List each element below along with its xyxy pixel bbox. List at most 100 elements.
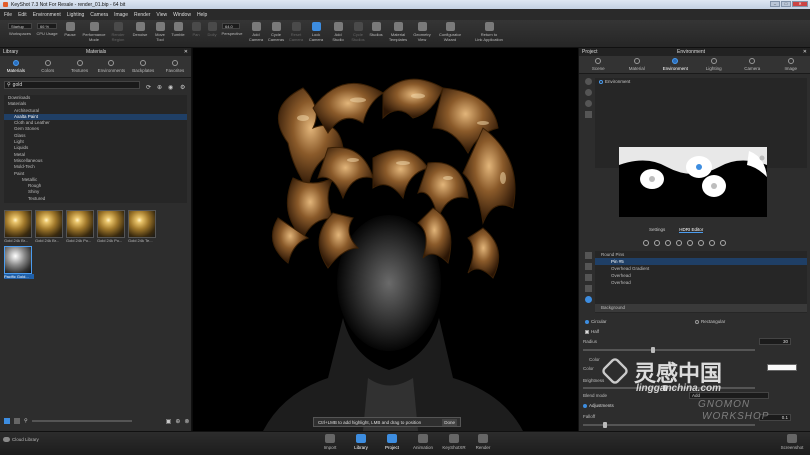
project-button[interactable]: Project	[380, 434, 404, 450]
workspace-dropdown[interactable]: Startup	[8, 23, 32, 29]
tab-scene[interactable]: Scene	[579, 56, 618, 73]
keyshotxr-button[interactable]: KeyShotXR	[442, 434, 466, 450]
configurator-wizard-button[interactable]: Configurator Wizard	[438, 22, 462, 42]
duplicate-pin-icon[interactable]	[698, 240, 704, 246]
list-view-icon[interactable]	[14, 418, 20, 424]
tab-material[interactable]: Material	[618, 56, 657, 73]
tab-environment[interactable]: Environment	[656, 56, 695, 73]
add-icon[interactable]: ⊕	[175, 418, 180, 425]
performance-mode-button[interactable]: Performance Mode	[82, 22, 106, 42]
circular-radio[interactable]: Circular	[585, 319, 607, 324]
tab-hdri-settings[interactable]: Settings	[649, 227, 665, 233]
pin-list-item[interactable]: Overhead	[595, 279, 807, 286]
add-sun-icon[interactable]	[676, 240, 682, 246]
add-environment-icon[interactable]	[585, 78, 592, 85]
target-icon[interactable]	[585, 296, 592, 303]
pin-list-item[interactable]: Overhead Gradient	[595, 265, 807, 272]
view-options-icon[interactable]: ◉	[168, 84, 173, 91]
pin-options-icon[interactable]	[720, 240, 726, 246]
tab-lighting[interactable]: Lighting	[695, 56, 734, 73]
pause-button[interactable]: Pause	[58, 22, 82, 38]
upload-icon[interactable]	[585, 285, 592, 292]
perspective-button[interactable]: Perspective	[218, 31, 246, 37]
tree-item[interactable]: Textured	[4, 196, 187, 202]
add-pin-icon[interactable]	[643, 240, 649, 246]
material-thumbnail[interactable]: Pacific Gold...	[4, 246, 34, 282]
brightness-slider-handle[interactable]	[663, 385, 667, 391]
tab-environments[interactable]: Environments	[95, 56, 127, 77]
menu-render[interactable]: Render	[134, 12, 150, 18]
menu-view[interactable]: View	[156, 12, 167, 18]
add-gradient-icon[interactable]	[654, 240, 660, 246]
tab-camera[interactable]: Camera	[733, 56, 772, 73]
menu-edit[interactable]: Edit	[18, 12, 27, 18]
studios-button[interactable]: Studios	[364, 22, 388, 38]
brightness-slider[interactable]	[583, 385, 755, 391]
tab-favorites[interactable]: Favorites	[159, 56, 191, 77]
material-thumbnail[interactable]: Gold 24k Br...	[35, 210, 65, 246]
material-thumbnail[interactable]: Gold 24k Po...	[66, 210, 96, 246]
tab-backplates[interactable]: Backplates	[127, 56, 159, 77]
return-to-link-button[interactable]: Return to Link Application	[474, 22, 504, 42]
rectangular-radio[interactable]: Rectangular	[695, 319, 725, 324]
geometry-view-button[interactable]: Geometry View	[410, 22, 434, 42]
grid-view-icon[interactable]	[4, 418, 10, 424]
material-thumbnail[interactable]: Gold 24k Br...	[4, 210, 34, 246]
add-image-icon[interactable]	[665, 240, 671, 246]
half-checkbox[interactable]: Half	[585, 329, 599, 334]
adjustments-section[interactable]: Adjustments	[583, 403, 614, 408]
animation-button[interactable]: Animation	[411, 434, 435, 450]
menu-environment[interactable]: Environment	[33, 12, 61, 18]
import-icon[interactable]: ⊕	[157, 84, 162, 91]
screenshot-button[interactable]: Screenshot	[777, 434, 807, 450]
radius-slider-handle[interactable]	[651, 347, 655, 353]
pin-list-item[interactable]: Pin #5	[595, 258, 807, 265]
tab-image[interactable]: Image	[772, 56, 810, 73]
close-icon[interactable]: ✕	[803, 49, 807, 55]
tab-materials[interactable]: Materials	[0, 56, 32, 77]
render-region-button[interactable]: Render Region	[106, 22, 130, 42]
folder-icon[interactable]: ▣	[166, 418, 172, 425]
tab-colors[interactable]: Colors	[32, 56, 64, 77]
menu-file[interactable]: File	[4, 12, 12, 18]
tab-textures[interactable]: Textures	[64, 56, 96, 77]
maximize-button[interactable]: □	[781, 1, 791, 7]
radius-field[interactable]: 30	[759, 338, 791, 345]
menu-window[interactable]: Window	[173, 12, 191, 18]
done-button[interactable]: Done	[442, 419, 457, 426]
delete-pin-icon[interactable]	[709, 240, 715, 246]
material-templates-button[interactable]: Material Templates	[386, 22, 410, 42]
cpu-usage-button[interactable]: CPU Usage	[35, 31, 59, 37]
menu-help[interactable]: Help	[197, 12, 207, 18]
hdri-preview[interactable]	[619, 147, 767, 217]
blend-mode-dropdown[interactable]: Add	[689, 392, 769, 399]
move-up-icon[interactable]	[585, 252, 592, 259]
thumbnail-size-slider[interactable]	[31, 420, 132, 422]
pin-list-item[interactable]: Overhead	[595, 272, 807, 279]
refresh-icon[interactable]: ⟳	[146, 84, 151, 91]
library-search-input[interactable]: ⚲ gold	[4, 81, 140, 89]
lock-camera-button[interactable]: Lock Camera	[304, 22, 328, 42]
color-swatch[interactable]	[767, 364, 797, 371]
falloff-slider-handle[interactable]	[603, 422, 607, 428]
add-area-icon[interactable]	[687, 240, 693, 246]
move-down-icon[interactable]	[585, 263, 592, 270]
tab-hdri-editor[interactable]: HDRI Editor	[679, 227, 704, 233]
radius-slider[interactable]	[583, 347, 755, 353]
cloud-library-button[interactable]: Cloud Library	[3, 437, 43, 442]
duplicate-environment-icon[interactable]	[585, 89, 592, 96]
library-button[interactable]: Library	[349, 434, 373, 450]
zoom-field[interactable]: 64.0	[222, 23, 240, 29]
render-button[interactable]: Render	[471, 434, 495, 450]
menu-lighting[interactable]: Lighting	[67, 12, 85, 18]
pin-list-item[interactable]: Round Pins	[595, 251, 807, 258]
delete-environment-icon[interactable]	[585, 111, 592, 118]
import-button[interactable]: Import	[318, 434, 342, 450]
environment-options-icon[interactable]	[585, 100, 592, 107]
delete-icon[interactable]: ⊗	[184, 418, 189, 425]
environment-list-item[interactable]: Environment	[595, 78, 807, 85]
workspaces-button[interactable]: Workspaces	[8, 31, 32, 37]
background-item[interactable]: Background	[595, 304, 807, 312]
settings-icon[interactable]: ⚙	[180, 84, 185, 91]
download-icon[interactable]	[585, 274, 592, 281]
